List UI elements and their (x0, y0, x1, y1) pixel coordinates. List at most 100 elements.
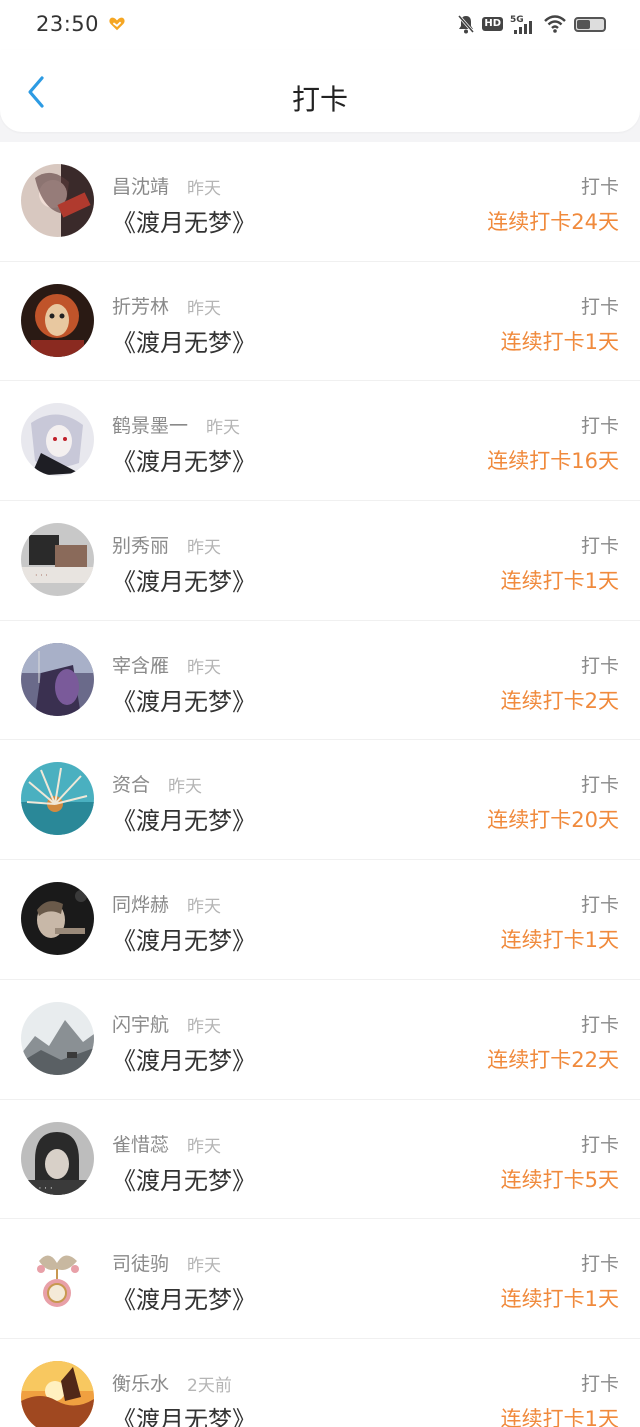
checkin-row[interactable]: 衡乐水 2天前 《渡月无梦》 打卡 连续打卡1天 (0, 1339, 640, 1427)
action-label: 打卡 (580, 894, 619, 917)
checkin-row[interactable]: 折芳林 昨天《渡月无梦》 打卡连续打卡1天 (0, 262, 640, 382)
streak-label: 连续打卡1天 (500, 569, 619, 594)
avatar-image (21, 762, 94, 836)
streak-label: 连续打卡16天 (487, 449, 619, 474)
book-title[interactable]: 《渡月无梦》 (112, 1400, 256, 1427)
battery-level (577, 19, 590, 29)
checkin-row[interactable]: 鹤景墨一 昨天《渡月无梦》 打卡连续打卡16天 (0, 381, 640, 502)
checkin-row[interactable]: 闪宇航 昨天《渡月无梦》 打卡连续打卡22天 (0, 980, 640, 1100)
checkin-time: 2天前 (187, 1375, 232, 1396)
bell-muted-icon (458, 15, 475, 34)
username[interactable]: 闪宇航 (112, 1010, 169, 1037)
nav-bar: 打卡 (0, 50, 640, 132)
checkin-row[interactable]: 同烨赫 昨天《渡月无梦》 打卡连续打卡1天 (0, 860, 640, 980)
avatar[interactable] (21, 642, 94, 716)
avatar-image (21, 164, 94, 237)
checkin-time: 昨天 (187, 1016, 221, 1037)
avatar[interactable] (21, 403, 94, 477)
avatar[interactable] (21, 762, 94, 836)
checkin-time: 昨天 (187, 179, 221, 199)
avatar[interactable] (21, 882, 94, 956)
action-label: 打卡 (580, 176, 619, 198)
action-label: 打卡 (580, 654, 619, 677)
checkin-time: 昨天 (206, 418, 240, 439)
streak-label: 连续打卡22天 (487, 1047, 619, 1072)
avatar-image: · · · (21, 523, 94, 597)
username[interactable]: 鹤景墨一 (112, 411, 188, 438)
streak-label: 连续打卡24天 (487, 210, 619, 234)
checkin-row[interactable]: 资合 昨天《渡月无梦》 打卡连续打卡20天 (0, 740, 640, 861)
avatar-image (21, 1241, 94, 1315)
avatar-image (21, 1360, 94, 1427)
streak-label: 连续打卡5天 (500, 1167, 619, 1192)
avatar[interactable] (21, 164, 94, 237)
username[interactable]: 同烨赫 (112, 890, 169, 917)
username[interactable]: 资合 (112, 770, 150, 797)
checkin-row[interactable]: · · · 别秀丽 昨天《渡月无梦》 打卡连续打卡1天 (0, 501, 640, 621)
avatar[interactable]: · · · · · (21, 1121, 94, 1195)
book-title[interactable]: 《渡月无梦》 (112, 801, 256, 836)
hd-icon: HD (482, 17, 503, 31)
streak-label: 连续打卡1天 (500, 329, 619, 354)
checkin-row[interactable]: 宰含雁 昨天《渡月无梦》 打卡连续打卡2天 (0, 621, 640, 741)
action-label: 打卡 (580, 1013, 619, 1036)
avatar[interactable] (21, 1001, 94, 1075)
streak-label: 连续打卡2天 (500, 688, 619, 713)
action-label: 打卡 (580, 295, 619, 318)
book-title[interactable]: 《渡月无梦》 (112, 562, 256, 597)
checkin-list: 昌沈靖 昨天 《渡月无梦》 打卡 连续打卡24天 折芳林 昨天 《渡月无梦》 打卡 连续打卡1天鹤… (0, 142, 640, 1427)
checkin-time: 昨天 (187, 897, 221, 918)
svg-text:· · · · ·: · · · · · (27, 1184, 53, 1194)
svg-text:· · ·: · · · (35, 571, 48, 580)
avatar[interactable] (21, 283, 94, 357)
checkin-time: 昨天 (187, 538, 221, 559)
checkin-row[interactable]: 司徒驹 昨天 《渡月无梦》 打卡 连续打卡1天 (0, 1219, 640, 1339)
streak-label: 连续打卡1天 (500, 1287, 619, 1312)
status-bar: 23:50 HD 5G (0, 0, 640, 50)
avatar-image (21, 403, 94, 477)
avatar[interactable] (21, 1360, 94, 1427)
avatar-image (21, 882, 94, 956)
username[interactable]: 折芳林 (112, 292, 169, 319)
book-title[interactable]: 《渡月无梦》 (112, 1280, 256, 1315)
action-label: 打卡 (580, 1133, 619, 1156)
action-label: 打卡 (580, 1253, 619, 1276)
streak-label: 连续打卡1天 (500, 928, 619, 953)
streak-label: 连续打卡1天 (500, 1406, 619, 1427)
signal-5g-icon: 5G (510, 15, 532, 34)
username[interactable]: 别秀丽 (112, 531, 169, 558)
avatar-image (21, 283, 94, 357)
status-time: 23:50 (36, 12, 100, 36)
checkin-time: 昨天 (187, 657, 221, 678)
username[interactable]: 雀惜蕊 (112, 1130, 169, 1157)
network-label: 5G (510, 15, 524, 25)
book-title[interactable]: 《渡月无梦》 (112, 682, 256, 717)
checkin-row[interactable]: 昌沈靖 昨天《渡月无梦》 打卡连续打卡24天 (0, 142, 640, 262)
avatar-image (21, 1001, 94, 1075)
wifi-icon (544, 15, 566, 33)
streak-label: 连续打卡20天 (487, 808, 619, 833)
username[interactable]: 昌沈靖 (112, 172, 169, 199)
avatar-image: · · · · · (21, 1121, 94, 1195)
battery-icon (574, 16, 606, 32)
book-title[interactable]: 《渡月无梦》 (112, 203, 256, 238)
action-label: 打卡 (580, 415, 619, 438)
book-title[interactable]: 《渡月无梦》 (112, 921, 256, 956)
avatar[interactable]: · · · (21, 523, 94, 597)
book-title[interactable]: 《渡月无梦》 (112, 323, 256, 358)
username[interactable]: 司徒驹 (112, 1249, 169, 1276)
checkin-time: 昨天 (187, 298, 221, 319)
book-title[interactable]: 《渡月无梦》 (112, 1041, 256, 1076)
book-title[interactable]: 《渡月无梦》 (112, 1161, 256, 1196)
username[interactable]: 衡乐水 (112, 1369, 169, 1396)
username[interactable]: 宰含雁 (112, 651, 169, 678)
avatar[interactable] (21, 1241, 94, 1315)
book-title[interactable]: 《渡月无梦》 (112, 442, 256, 477)
action-label: 打卡 (580, 774, 619, 797)
checkin-time: 昨天 (187, 1136, 221, 1157)
status-icons: HD 5G (457, 13, 606, 35)
checkin-time: 昨天 (168, 777, 202, 798)
action-label: 打卡 (580, 535, 619, 558)
avatar-image (21, 642, 94, 716)
checkin-row[interactable]: · · · · · 雀惜蕊 昨天《渡月无梦》 打卡连续打卡5天 (0, 1100, 640, 1220)
